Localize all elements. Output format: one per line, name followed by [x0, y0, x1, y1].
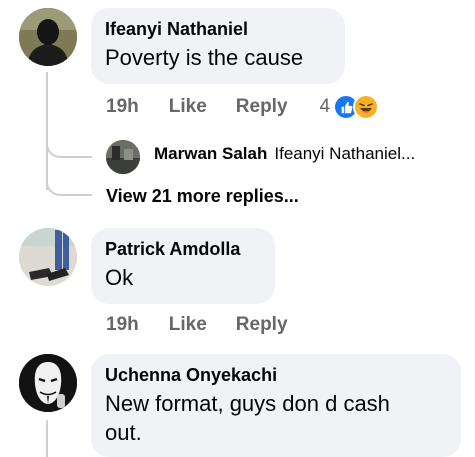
reply-author[interactable]: Marwan Salah	[154, 144, 267, 164]
thread-branch	[46, 170, 92, 196]
avatar[interactable]	[19, 354, 77, 412]
like-button[interactable]: Like	[169, 314, 207, 336]
comment-text: New format, guys don d cash out.	[105, 391, 390, 445]
reply-preview[interactable]: Marwan Salah Ifeanyi Nathaniel...	[154, 144, 415, 164]
comment-bubble: Ifeanyi Nathaniel Poverty is the cause	[91, 8, 345, 84]
avatar-photo	[19, 8, 77, 66]
view-more-replies-link[interactable]: View 21 more replies...	[106, 186, 299, 207]
comment-bubble: Patrick Amdolla Ok	[91, 228, 275, 304]
comment-author[interactable]: Patrick Amdolla	[105, 238, 261, 260]
reply-button[interactable]: Reply	[236, 96, 288, 118]
avatar-photo	[19, 228, 77, 286]
comment-text: Ok	[105, 265, 134, 290]
avatar-photo	[106, 140, 140, 174]
avatar-photo	[19, 354, 77, 412]
thread-line	[46, 420, 48, 457]
avatar[interactable]	[19, 228, 77, 286]
comment-text: Poverty is the cause	[105, 45, 304, 70]
comment-actions: 19h Like Reply 4	[106, 94, 380, 120]
comment-author[interactable]: Uchenna Onyekachi	[105, 364, 447, 386]
thread-branch	[46, 132, 92, 158]
comment-time[interactable]: 19h	[106, 96, 139, 118]
haha-reaction-icon[interactable]	[353, 94, 380, 120]
comment-actions: 19h Like Reply	[106, 314, 288, 336]
reply-button[interactable]: Reply	[236, 314, 288, 336]
comment-author[interactable]: Ifeanyi Nathaniel	[105, 18, 331, 40]
reply-snippet[interactable]: Ifeanyi Nathaniel...	[274, 144, 415, 164]
comment-bubble: Uchenna Onyekachi New format, guys don d…	[91, 354, 461, 457]
like-button[interactable]: Like	[169, 96, 207, 118]
comment-time[interactable]: 19h	[106, 314, 139, 336]
reaction-count[interactable]: 4	[320, 96, 331, 118]
avatar[interactable]	[19, 8, 77, 66]
avatar[interactable]	[106, 140, 140, 174]
